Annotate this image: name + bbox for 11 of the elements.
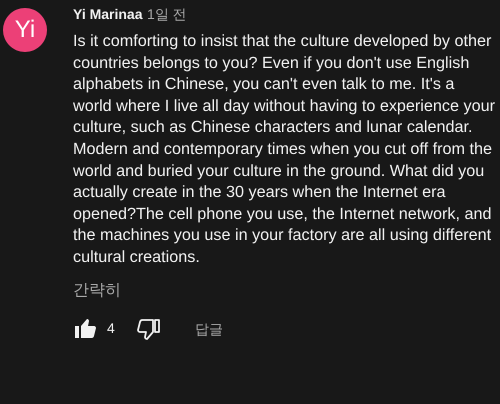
thumbs-down-icon <box>136 316 161 341</box>
comment-text: Is it comforting to insist that the culture developed by other countries belongs to you? Even if you don't use English alphabets in Chinese, you can't even talk to me. It's a world where I live all day without having to experience your culture, such as Chinese characters and lunar calendar. Modern and contemporary times when you cut off from the world and buried your culture in the ground. What did you actually create in the 30 years when the Internet era opened?The cell phone you use, the Internet network, and the machines you use in your factory are all using different cultural creations. <box>73 31 496 268</box>
dislike-button[interactable] <box>136 316 161 341</box>
author-name[interactable]: Yi Marinaa <box>73 6 143 22</box>
show-less-link[interactable]: 간략히 <box>73 278 121 303</box>
like-count: 4 <box>107 319 115 338</box>
avatar[interactable]: Yi <box>3 8 47 52</box>
thumbs-up-icon <box>73 316 97 341</box>
comment-time[interactable]: 1일 전 <box>146 6 187 22</box>
like-button[interactable] <box>73 316 97 341</box>
reply-button[interactable]: 답글 <box>194 322 223 336</box>
